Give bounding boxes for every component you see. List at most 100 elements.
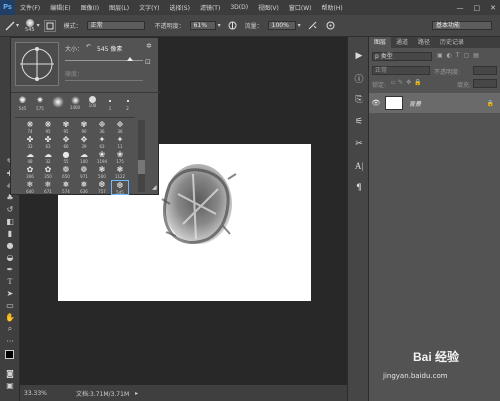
character-icon[interactable]: A| bbox=[348, 155, 370, 177]
adjustments-icon[interactable]: ⚟ bbox=[348, 111, 370, 133]
foreground-color-swatch[interactable] bbox=[5, 350, 14, 359]
brush-preset[interactable]: ✦ 63 bbox=[93, 135, 111, 150]
brush-preset[interactable]: ✥ 39 bbox=[75, 135, 93, 150]
mode-select[interactable]: 正常 bbox=[86, 21, 145, 30]
history-brush-tool-icon[interactable]: ↺ bbox=[0, 203, 20, 215]
menu-select[interactable]: 选择(S) bbox=[164, 3, 195, 12]
brush-preset[interactable]: ☁ 100 bbox=[75, 150, 93, 165]
layer-kind-filter[interactable]: p 类型 bbox=[372, 52, 432, 61]
brush-preset[interactable]: ❋ 95 bbox=[39, 120, 57, 135]
flow-field[interactable]: 100% bbox=[267, 21, 296, 30]
size-slider-handle[interactable] bbox=[127, 57, 133, 61]
brush-preset[interactable]: ✷ 575 bbox=[33, 96, 48, 114]
zoom-level[interactable]: 33.33% bbox=[24, 390, 54, 397]
tab-channels[interactable]: 通道 bbox=[391, 37, 413, 48]
brush-preset[interactable]: ● 55 bbox=[57, 150, 75, 165]
path-selection-tool-icon[interactable]: ➤ bbox=[0, 287, 20, 299]
brush-preset[interactable]: ✾ 95 bbox=[57, 120, 75, 135]
brush-preset[interactable]: ❄ 671 bbox=[39, 180, 57, 195]
menu-edit[interactable]: 编辑(E) bbox=[45, 3, 75, 12]
color-swatches[interactable] bbox=[0, 347, 19, 367]
brush-preset[interactable]: ❀ 1194 bbox=[93, 150, 111, 165]
brush-settings-icon[interactable]: ✂ bbox=[348, 133, 370, 155]
blend-mode-select[interactable]: 正常 bbox=[372, 66, 430, 75]
chevron-down-icon[interactable]: ▾ bbox=[16, 22, 19, 29]
scrollbar-thumb[interactable] bbox=[138, 160, 145, 174]
maximize-button[interactable]: □ bbox=[474, 4, 481, 12]
hand-tool-icon[interactable]: ✋ bbox=[0, 311, 20, 323]
brush-preset[interactable]: ❃ 500 bbox=[93, 165, 111, 180]
reset-size-icon[interactable]: ↶ bbox=[86, 43, 91, 50]
menu-image[interactable]: 图像(I) bbox=[76, 3, 104, 12]
brush-preset[interactable]: 100 bbox=[85, 96, 100, 114]
history-icon[interactable]: ⎘ bbox=[348, 89, 370, 111]
adjustment-filter-icon[interactable]: ◐ bbox=[447, 52, 452, 61]
brush-preset[interactable] bbox=[50, 96, 65, 114]
zoom-tool-icon[interactable]: ⌕ bbox=[0, 323, 20, 335]
type-filter-icon[interactable]: T bbox=[456, 52, 460, 61]
menu-3d[interactable]: 3D(D) bbox=[225, 4, 253, 11]
brush-preset[interactable]: ✤ 63 bbox=[39, 135, 57, 150]
brush-preset[interactable]: ☁ 48 bbox=[21, 150, 39, 165]
new-preset-icon[interactable]: ⊡ bbox=[145, 58, 151, 66]
brush-preset[interactable]: ❉ 36 bbox=[111, 120, 129, 135]
chevron-down-icon[interactable]: ▾ bbox=[218, 22, 221, 29]
type-tool-icon[interactable]: T bbox=[0, 275, 20, 287]
blur-tool-icon[interactable]: ● bbox=[0, 239, 20, 251]
eraser-tool-icon[interactable]: ◧ bbox=[0, 215, 20, 227]
minimize-button[interactable]: — bbox=[457, 4, 464, 12]
size-value[interactable]: 545 像素 bbox=[97, 44, 122, 53]
brush-preset[interactable]: ✤ 33 bbox=[21, 135, 39, 150]
image-filter-icon[interactable]: ▣ bbox=[437, 52, 443, 61]
smart-filter-icon[interactable]: ▤ bbox=[473, 52, 479, 61]
resize-grip-icon[interactable]: ◢ bbox=[152, 184, 157, 191]
shape-filter-icon[interactable]: ▢ bbox=[464, 52, 470, 61]
tab-layers[interactable]: 图层 bbox=[369, 37, 392, 48]
brush-preset[interactable]: ✿ 306 bbox=[21, 165, 39, 180]
layer-name[interactable]: 背景 bbox=[409, 99, 421, 108]
menu-help[interactable]: 帮助(H) bbox=[317, 3, 348, 12]
brush-preset[interactable]: ❋ 74 bbox=[21, 120, 39, 135]
brush-preset[interactable]: ❅ 636 bbox=[75, 180, 93, 195]
brush-preset[interactable]: 1400 bbox=[68, 96, 83, 114]
pen-tool-icon[interactable]: ✒ bbox=[0, 263, 20, 275]
close-button[interactable]: ✕ bbox=[490, 4, 496, 12]
preset-scrollbar[interactable] bbox=[138, 120, 145, 192]
menu-type[interactable]: 文字(Y) bbox=[134, 3, 164, 12]
brush-preset[interactable]: ❄ 640 bbox=[21, 180, 39, 195]
brush-preset[interactable]: ☁ 32 bbox=[39, 150, 57, 165]
brush-preset[interactable]: ✿ 350 bbox=[39, 165, 57, 180]
brush-preset[interactable]: ✥ 66 bbox=[57, 135, 75, 150]
menu-filter[interactable]: 滤镜(T) bbox=[195, 3, 225, 12]
brush-preset[interactable]: ❃ 1122 bbox=[111, 165, 129, 180]
brush-angle-preview[interactable] bbox=[15, 42, 59, 86]
layer-row[interactable]: 👁 背景 🔒 bbox=[369, 93, 500, 113]
chevron-down-icon[interactable]: ▾ bbox=[298, 22, 301, 29]
menu-view[interactable]: 视图(V) bbox=[253, 3, 284, 12]
menu-file[interactable]: 文件(F) bbox=[15, 3, 45, 12]
visibility-eye-icon[interactable]: 👁 bbox=[369, 99, 383, 107]
toggle-brush-panel-icon[interactable] bbox=[43, 19, 56, 32]
quick-mask-icon[interactable]: ◙ bbox=[0, 367, 20, 379]
brush-preset[interactable]: ✺ 545 bbox=[15, 96, 30, 114]
brush-preset[interactable]: ❉ 36 bbox=[93, 120, 111, 135]
gear-icon[interactable]: ✲ bbox=[146, 42, 152, 50]
lock-icons[interactable]: ▫✎✥🔒 bbox=[391, 79, 425, 86]
tab-history[interactable]: 历史记录 bbox=[435, 37, 469, 48]
pressure-size-icon[interactable] bbox=[325, 20, 337, 32]
layer-fill-field[interactable] bbox=[473, 79, 497, 88]
brush-preset[interactable]: ❀ 175 bbox=[111, 150, 129, 165]
gradient-tool-icon[interactable]: ▮ bbox=[0, 227, 20, 239]
info-icon[interactable]: ⓘ bbox=[348, 67, 370, 89]
brush-preset[interactable]: ✦ 11 bbox=[111, 135, 129, 150]
paragraph-icon[interactable]: ¶ bbox=[348, 177, 370, 199]
opacity-field[interactable]: 61% bbox=[189, 21, 216, 30]
pressure-opacity-icon[interactable] bbox=[227, 20, 239, 32]
tab-paths[interactable]: 路径 bbox=[413, 37, 435, 48]
brush-preset[interactable]: 2 bbox=[120, 96, 135, 114]
brush-preset[interactable]: ✾ 90 bbox=[75, 120, 93, 135]
rectangle-tool-icon[interactable]: ▭ bbox=[0, 299, 20, 311]
layer-opacity-field[interactable] bbox=[473, 66, 497, 75]
more-tools-icon[interactable]: ··· bbox=[0, 335, 20, 347]
menu-layer[interactable]: 图层(L) bbox=[104, 3, 134, 12]
